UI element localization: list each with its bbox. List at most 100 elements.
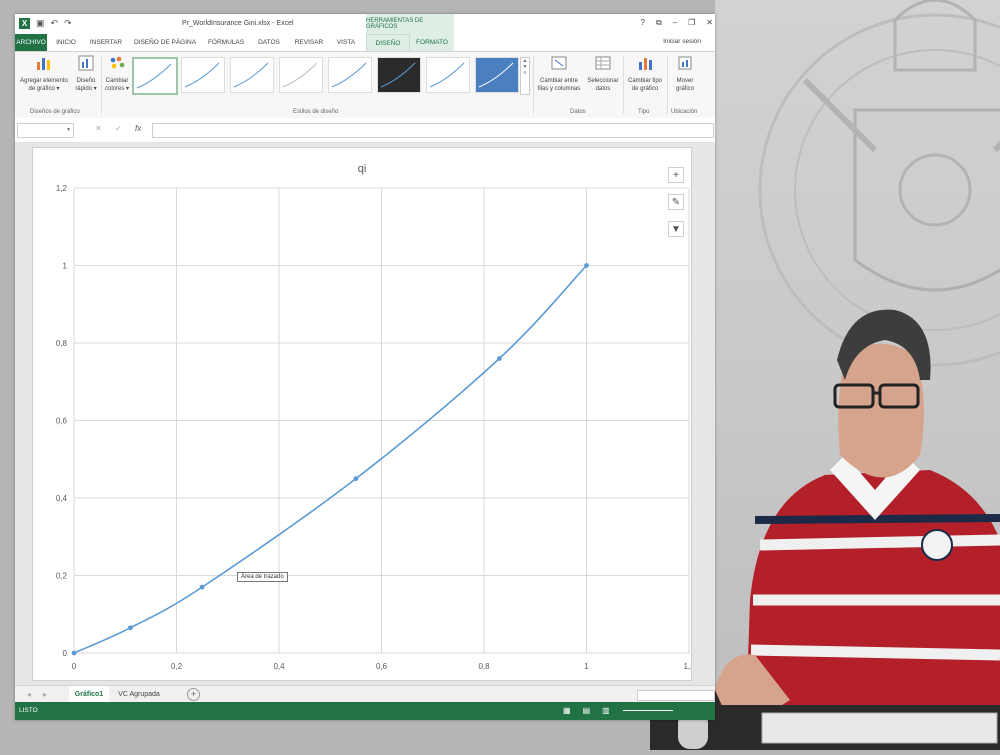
change-colors-button[interactable]: Cambiar colores ▾ <box>103 55 131 93</box>
enter-icon[interactable]: ✓ <box>115 124 122 133</box>
switch-row-column-icon <box>551 56 567 70</box>
function-icon[interactable]: fx <box>135 124 141 133</box>
chart-area[interactable]: 0 0,2 0,4 0,6 0,8 1 1,2 0 0,2 0,4 0,6 0,8 1 1,2 qi Ár… <box>32 147 692 681</box>
add-chart-element-button[interactable]: Agregar elemento de gráfico ▾ <box>17 55 71 93</box>
page-layout-view-icon[interactable]: ▤ <box>583 706 591 715</box>
close-button[interactable]: ✕ <box>706 18 713 28</box>
tab-vista[interactable]: VISTA <box>331 34 361 51</box>
quick-layout-button[interactable]: Diseño rápido ▾ <box>72 55 100 93</box>
series-line <box>73 264 588 654</box>
name-box[interactable]: ▾ <box>17 123 74 138</box>
chart-style-5[interactable] <box>328 57 372 93</box>
group-separator <box>623 56 624 114</box>
title-bar: X ▣ ↶ ↷ Pr_WorldInsurance Gini.xlsx - Ex… <box>15 14 715 34</box>
quick-access-toolbar: X ▣ ↶ ↷ <box>19 18 72 29</box>
chart-title[interactable]: qi <box>33 163 691 175</box>
page-break-view-icon[interactable]: ▥ <box>602 706 610 715</box>
cancel-icon[interactable]: ✕ <box>95 124 102 133</box>
tab-formulas[interactable]: FÓRMULAS <box>203 34 249 51</box>
tab-revisar[interactable]: REVISAR <box>289 34 329 51</box>
data-point <box>496 356 502 361</box>
x-tick-label: 0,2 <box>171 662 183 671</box>
horizontal-scrollbar[interactable] <box>637 690 715 701</box>
x-tick-label: 1 <box>584 662 589 671</box>
ribbon: Agregar elemento de gráfico ▾ Diseño rápid… <box>15 51 715 119</box>
sign-in-link[interactable]: Iniciar sesión <box>663 38 701 45</box>
chart-styles-button[interactable]: ✎ <box>668 194 684 210</box>
palette-icon <box>110 56 125 69</box>
tab-inicio[interactable]: INICIO <box>49 34 83 51</box>
plot-area-tooltip: Área de trazado <box>237 572 288 582</box>
minimize-button[interactable]: – <box>673 18 677 28</box>
y-tick-label: 0,4 <box>56 494 68 503</box>
chart-sheet: 0 0,2 0,4 0,6 0,8 1 1,2 0 0,2 0,4 0,6 0,8 1 1,2 qi Ár… <box>15 143 715 685</box>
change-chart-type-button[interactable]: Cambiar tipo de gráfico <box>625 55 665 93</box>
y-tick-label: 0,8 <box>56 339 68 348</box>
normal-view-icon[interactable]: ▦ <box>563 706 571 715</box>
chart-style-3[interactable] <box>230 57 274 93</box>
tab-archivo[interactable]: ARCHIVO <box>15 34 47 51</box>
tab-datos[interactable]: DATOS <box>251 34 287 51</box>
switch-row-column-button[interactable]: Cambiar entre filas y columnas <box>535 55 583 93</box>
x-tick-label: 0,4 <box>273 662 285 671</box>
chart-elements-button[interactable]: + <box>668 167 684 183</box>
group-label-location: Ubicación <box>671 109 698 115</box>
styles-gallery-scroll[interactable]: ▲ ▼ ≡ <box>520 57 530 95</box>
y-tick-label: 1,2 <box>56 184 68 193</box>
plot-area[interactable]: 0 0,2 0,4 0,6 0,8 1 1,2 0 0,2 0,4 0,6 0,8 1 1,2 <box>33 148 691 680</box>
chart-style-4[interactable] <box>279 57 323 93</box>
chart-style-6[interactable] <box>377 57 421 93</box>
move-chart-button[interactable]: Mover gráfico <box>669 55 701 93</box>
x-tick-label: 0 <box>72 662 77 671</box>
prev-sheet-icon[interactable]: ◂ <box>27 690 31 699</box>
select-data-button[interactable]: Seleccionar datos <box>585 55 621 93</box>
data-point <box>71 650 77 656</box>
move-chart-icon <box>678 56 692 70</box>
zoom-slider[interactable] <box>623 710 673 711</box>
chart-style-8[interactable] <box>475 57 519 93</box>
chart-style-7[interactable] <box>426 57 470 93</box>
chart-style-1[interactable] <box>132 57 178 95</box>
excel-window: X ▣ ↶ ↷ Pr_WorldInsurance Gini.xlsx - Ex… <box>15 14 715 720</box>
redo-icon[interactable]: ↷ <box>64 18 72 29</box>
undo-icon[interactable]: ↶ <box>51 18 59 29</box>
formula-input[interactable] <box>152 123 714 138</box>
data-point <box>199 584 205 590</box>
group-separator <box>101 56 102 114</box>
chart-filters-button[interactable]: ▼ <box>668 221 684 237</box>
y-tick-label: 1 <box>63 262 68 271</box>
status-bar: LISTO ▦ ▤ ▥ <box>15 702 715 720</box>
x-tick-label: 0,6 <box>376 662 388 671</box>
tab-insertar[interactable]: INSERTAR <box>85 34 127 51</box>
window-title: Pr_WorldInsurance Gini.xlsx - Excel <box>182 20 294 27</box>
presenter-figure <box>715 309 1000 750</box>
group-label-styles: Estilos de diseño <box>293 109 339 115</box>
add-chart-element-icon <box>37 58 50 70</box>
add-sheet-icon[interactable]: + <box>187 688 200 701</box>
tab-formato[interactable]: FORMATO <box>410 34 454 51</box>
data-point <box>584 263 589 268</box>
video-background <box>715 0 1000 750</box>
help-button[interactable]: ? <box>641 18 645 28</box>
next-sheet-icon[interactable]: ▸ <box>43 690 47 699</box>
group-label-data: Datos <box>570 109 586 115</box>
quick-layout-icon <box>78 55 94 71</box>
ribbon-display-button[interactable]: ⧉ <box>656 18 662 28</box>
context-group-label: HERRAMIENTAS DE GRÁFICOS <box>366 14 454 34</box>
save-icon[interactable]: ▣ <box>36 18 45 29</box>
group-label-type: Tipo <box>638 109 650 115</box>
y-tick-label: 0,2 <box>56 572 68 581</box>
y-tick-label: 0,6 <box>56 417 68 426</box>
data-point <box>353 476 359 482</box>
status-ready: LISTO <box>19 707 38 714</box>
sheet-tab-vc-agrupada[interactable]: VC Agrupada <box>113 686 165 702</box>
sheet-tabs-bar: ◂ ▸ Gráfico1 VC Agrupada + <box>15 685 715 704</box>
tab-diseno-pagina[interactable]: DISEÑO DE PÁGINA <box>129 34 201 51</box>
x-tick-label: 1,2 <box>683 662 691 671</box>
tab-diseno[interactable]: DISEÑO <box>366 34 410 52</box>
chart-style-2[interactable] <box>181 57 225 93</box>
restore-button[interactable]: ❐ <box>688 18 695 28</box>
window-controls: ? ⧉ – ❐ ✕ <box>641 18 714 28</box>
chart-type-icon <box>639 58 652 70</box>
group-separator <box>533 56 534 114</box>
